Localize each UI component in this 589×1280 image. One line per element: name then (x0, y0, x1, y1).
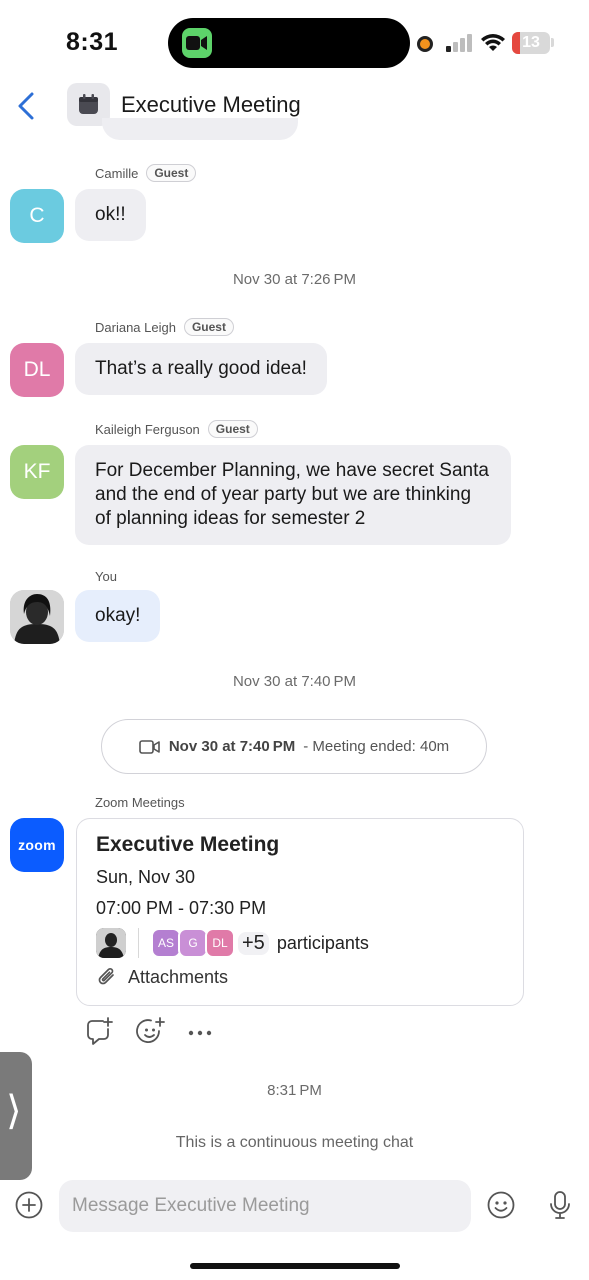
attachments-link[interactable]: Attachments (96, 966, 228, 988)
divider (138, 928, 139, 958)
attachments-label: Attachments (128, 966, 229, 987)
microphone-button[interactable] (548, 1190, 572, 1225)
cellular-signal-icon (446, 34, 474, 52)
more-participants-count: +5 (238, 931, 269, 955)
message-bubble[interactable]: okay! (75, 590, 161, 642)
timestamp: Nov 30 at 7:26 PM (232, 271, 357, 288)
avatar-initials: DL (23, 358, 51, 381)
message-bubble[interactable]: For December Planning, we have secret Sa… (75, 445, 511, 545)
message-sender: Camille Guest (95, 164, 197, 182)
sender-name: Dariana Leigh (95, 319, 176, 335)
back-button[interactable] (12, 88, 42, 124)
avatar[interactable]: C (10, 189, 64, 243)
video-call-icon (182, 28, 212, 58)
guest-badge: Guest (207, 420, 258, 438)
chat-title[interactable]: Executive Meeting (121, 92, 301, 118)
avatar[interactable]: DL (10, 343, 64, 397)
dynamic-island (168, 18, 410, 68)
participants-label: participants (276, 932, 369, 953)
meeting-title: Executive Meeting (96, 833, 280, 856)
emoji-icon (487, 1191, 515, 1219)
message-input[interactable] (59, 1180, 471, 1232)
message-bubble[interactable]: ok!! (75, 189, 146, 241)
emoji-button[interactable] (486, 1190, 516, 1225)
timestamp: 8:31 PM (267, 1082, 322, 1099)
meeting-participants[interactable]: AS G DL +5 participants (96, 928, 369, 958)
message-composer (0, 1176, 589, 1238)
participant-avatar: AS (151, 928, 181, 958)
sender-name: Zoom Meetings (95, 795, 185, 810)
status-time: 8:31 (66, 28, 119, 56)
calendar-icon (79, 94, 98, 114)
video-camera-icon (139, 739, 160, 754)
meeting-date: Sun, Nov 30 (96, 867, 196, 887)
message-sender: Dariana Leigh Guest (95, 318, 234, 336)
zoom-logo-text: zoom (18, 837, 56, 853)
meeting-status: - Meeting ended: 40m (303, 738, 450, 755)
participant-avatar: DL (205, 928, 235, 958)
sender-name: Kaileigh Ferguson (95, 421, 200, 437)
guest-badge: Guest (183, 318, 234, 336)
microphone-icon (550, 1191, 570, 1219)
side-panel-toggle[interactable]: ⟩ (0, 1052, 32, 1180)
add-button[interactable] (14, 1190, 44, 1225)
message-bubble[interactable]: That’s a really good idea! (75, 343, 327, 395)
sender-name: Camille (95, 165, 139, 181)
meeting-card[interactable]: Executive Meeting Sun, Nov 30 07:00 PM -… (76, 818, 524, 1006)
battery-level: 13 (522, 34, 540, 51)
avatar[interactable]: KF (10, 445, 64, 499)
more-icon (188, 1030, 212, 1036)
guest-badge: Guest (146, 164, 197, 182)
battery-icon: 13 (512, 32, 550, 54)
meeting-ended-pill[interactable]: Nov 30 at 7:40 PM - Meeting ended: 40m (101, 719, 487, 774)
plus-circle-icon (15, 1191, 43, 1219)
message-sender: Kaileigh Ferguson Guest (95, 420, 258, 438)
timestamp: Nov 30 at 7:40 PM (232, 673, 357, 690)
user-photo-icon (10, 590, 64, 644)
host-avatar (96, 928, 126, 958)
chevron-left-icon (18, 92, 34, 120)
zoom-logo-icon[interactable]: zoom (10, 818, 64, 872)
meeting-time: Nov 30 at 7:40 PM (168, 738, 296, 755)
add-reaction-button[interactable] (136, 1016, 166, 1051)
message-sender: You (95, 569, 117, 584)
continuous-chat-note: This is a continuous meeting chat (175, 1134, 414, 1151)
message-sender: Zoom Meetings (95, 795, 185, 810)
home-indicator (190, 1263, 400, 1269)
recording-indicator-icon (417, 36, 433, 52)
more-button[interactable] (188, 1016, 212, 1051)
reply-icon (87, 1017, 113, 1045)
participant-avatar: G (178, 928, 208, 958)
sender-name: You (95, 569, 117, 584)
meeting-time-range: 07:00 PM - 07:30 PM (96, 898, 267, 918)
previous-message-bubble (102, 118, 298, 140)
add-reaction-icon (136, 1017, 165, 1043)
wifi-icon (481, 34, 505, 51)
paperclip-icon (98, 968, 114, 985)
message-actions (84, 1016, 212, 1051)
avatar-initials: C (29, 204, 45, 227)
avatar-initials: KF (23, 460, 51, 483)
chevron-right-icon: ⟩ (6, 1089, 22, 1133)
status-bar: 8:31 13 (0, 0, 589, 88)
avatar[interactable] (10, 590, 64, 644)
reply-button[interactable] (84, 1016, 114, 1051)
